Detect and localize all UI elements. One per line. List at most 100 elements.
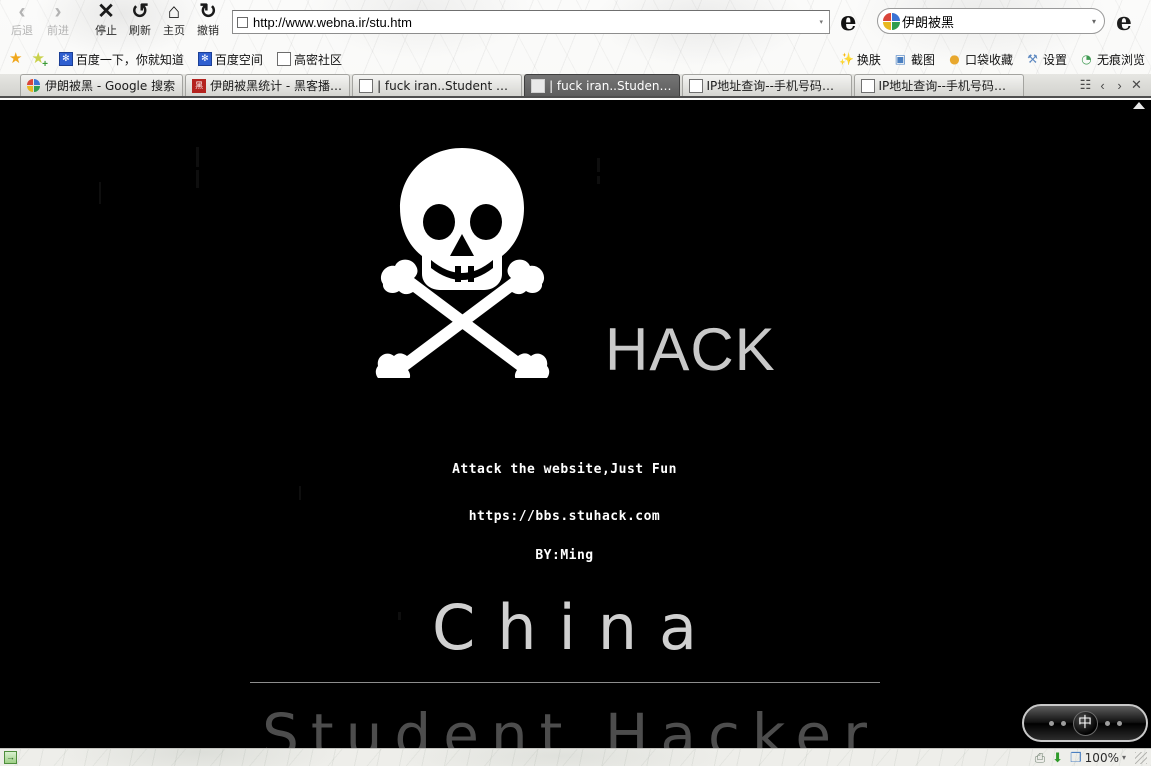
- incognito-icon: ◔: [1081, 52, 1092, 66]
- tab-list-icon[interactable]: ☷: [1077, 75, 1094, 95]
- stop-button[interactable]: ✕ 停止: [88, 0, 124, 42]
- download-icon[interactable]: ⬇: [1052, 750, 1063, 765]
- scroll-up-icon[interactable]: [1133, 102, 1145, 109]
- bookmark-item-baidu-space[interactable]: ✻ 百度空间: [197, 51, 263, 68]
- bookmark-label: 百度一下，你就知道: [75, 52, 184, 67]
- zoom-control[interactable]: ❐ 100% ▾: [1070, 749, 1126, 765]
- screenshot-button[interactable]: ▣ 截图: [893, 51, 935, 68]
- page-viewport: HACK Attack the website,Just Fun https:/…: [0, 100, 1151, 748]
- tab-close-icon[interactable]: ✕: [1128, 75, 1145, 95]
- bookmark-item-gaomi-community[interactable]: 高密社区: [276, 51, 342, 68]
- screenshot-icon: ▣: [894, 52, 907, 66]
- skin-tool-label: 口袋收藏: [964, 52, 1013, 67]
- message-block: Attack the website,Just Fun https://bbs.…: [0, 462, 1129, 563]
- artifact: [597, 158, 600, 172]
- google-icon: [883, 12, 900, 30]
- navigation-toolbar: ‹ 后退 › 前进 ✕ 停止 ↺ 刷新 ⌂ 主页 ↻ 撤销 http://www…: [0, 0, 1151, 44]
- tab-label: 伊朗被黑 - Google 搜索: [45, 79, 176, 93]
- undo-button[interactable]: ↻ 撤销: [190, 0, 226, 42]
- address-bar[interactable]: http://www.webna.ir/stu.htm ▾: [232, 10, 830, 34]
- undo-icon: ↻: [199, 0, 217, 23]
- skin-tool-label: 换肤: [856, 52, 881, 67]
- skin-tool-label: 截图: [910, 52, 935, 67]
- google-icon: [26, 79, 41, 93]
- ime-dot-icon[interactable]: [1060, 720, 1066, 726]
- artifact: [99, 182, 101, 204]
- tab-2[interactable]: | fuck iran..Student Ha…: [352, 74, 523, 96]
- bookmark-label: 百度空间: [214, 52, 263, 67]
- settings-button[interactable]: ⚒ 设置: [1025, 51, 1067, 68]
- printer-icon[interactable]: ⎙: [1035, 750, 1045, 765]
- skull-and-crossbones-icon: [375, 138, 550, 388]
- skin-tool-label: 设置: [1042, 52, 1067, 67]
- china-heading: China: [431, 591, 720, 664]
- favorites-star-icon[interactable]: ★: [9, 51, 22, 67]
- site-icon: 黑: [192, 78, 207, 93]
- resize-grip[interactable]: [1135, 751, 1147, 764]
- artifact: [196, 170, 199, 188]
- home-button[interactable]: ⌂ 主页: [156, 0, 192, 42]
- page-icon: [237, 16, 248, 28]
- home-icon: ⌂: [167, 0, 181, 23]
- back-button[interactable]: ‹ 后退: [4, 0, 40, 42]
- tab-3-active[interactable]: | fuck iran..Studen…: [524, 74, 680, 96]
- message-line-2[interactable]: https://bbs.stuhack.com: [0, 509, 1129, 524]
- refresh-icon: ↺: [131, 0, 149, 23]
- ime-dot-icon[interactable]: [1116, 720, 1122, 726]
- back-icon: ‹: [18, 0, 26, 23]
- pocket-favorites-button[interactable]: ● 口袋收藏: [947, 51, 1013, 68]
- hack-heading: HACK: [605, 316, 776, 383]
- ime-dot-icon[interactable]: [1104, 720, 1110, 726]
- go-arrow-icon[interactable]: →: [4, 751, 17, 764]
- ime-mode-button[interactable]: 中: [1072, 710, 1098, 736]
- ime-floating-bar[interactable]: 中: [1022, 704, 1148, 742]
- page-scrollbar[interactable]: [1129, 100, 1151, 748]
- tab-prev-icon[interactable]: ‹: [1094, 75, 1111, 95]
- search-box[interactable]: 伊朗被黑 ▾: [877, 8, 1105, 34]
- tab-1[interactable]: 黑 伊朗被黑统计 - 黑客播…: [185, 74, 351, 96]
- go-button[interactable]: e: [840, 8, 866, 36]
- ime-dot-icon[interactable]: [1048, 720, 1054, 726]
- page-icon: [688, 78, 703, 93]
- search-go-button[interactable]: e: [1116, 8, 1142, 36]
- stop-icon: ✕: [97, 0, 115, 23]
- student-hacker-heading: Student Hacker: [262, 701, 879, 748]
- status-right: ⎙ ⬇ ❐ 100% ▾: [1035, 749, 1151, 765]
- tab-label: | fuck iran..Studen…: [549, 78, 672, 93]
- tab-label: 伊朗被黑统计 - 黑客播…: [210, 79, 343, 93]
- page-icon: [276, 52, 291, 66]
- search-input[interactable]: 伊朗被黑: [902, 12, 1092, 31]
- forward-button[interactable]: › 前进: [40, 0, 76, 42]
- status-bar: → ⎙ ⬇ ❐ 100% ▾: [0, 748, 1151, 766]
- tab-next-icon[interactable]: ›: [1111, 75, 1128, 95]
- tab-5[interactable]: IP地址查询--手机号码查…: [853, 74, 1024, 96]
- baidu-paw-icon: ✻: [197, 52, 212, 66]
- skin-tool-label: 无痕浏览: [1096, 52, 1145, 67]
- zoom-icon: ❐: [1070, 749, 1082, 765]
- page-icon: [359, 78, 374, 93]
- artifact: [196, 147, 199, 167]
- chevron-down-icon[interactable]: ▾: [1122, 753, 1126, 762]
- page-icon: [860, 78, 875, 93]
- tab-controls: ☷ ‹ › ✕: [1077, 74, 1151, 96]
- status-left: →: [0, 751, 17, 764]
- artifact: [597, 176, 600, 184]
- magic-wand-icon: ✨: [838, 52, 854, 66]
- refresh-button[interactable]: ↺ 刷新: [122, 0, 158, 42]
- incognito-button[interactable]: ◔ 无痕浏览: [1079, 51, 1145, 68]
- add-favorite-button[interactable]: ★ +: [31, 50, 47, 70]
- message-line-3: BY:Ming: [535, 548, 594, 563]
- skin-change-button[interactable]: ✨ 换肤: [839, 51, 881, 68]
- message-line-1: Attack the website,Just Fun: [452, 462, 677, 477]
- tab-4[interactable]: IP地址查询--手机号码查…: [681, 74, 852, 96]
- tab-0[interactable]: 伊朗被黑 - Google 搜索: [20, 74, 184, 96]
- bookmark-item-baidu-search[interactable]: ✻ 百度一下，你就知道: [58, 51, 184, 68]
- forward-icon: ›: [54, 0, 62, 23]
- defacement-page: HACK Attack the website,Just Fun https:/…: [0, 100, 1129, 748]
- zoom-level-label: 100%: [1084, 750, 1119, 765]
- address-input[interactable]: http://www.webna.ir/stu.htm: [253, 15, 819, 30]
- baidu-paw-icon: ✻: [58, 52, 73, 66]
- chevron-down-icon[interactable]: ▾: [1092, 17, 1096, 26]
- chevron-down-icon[interactable]: ▾: [819, 18, 825, 26]
- tab-bar: 伊朗被黑 - Google 搜索 黑 伊朗被黑统计 - 黑客播… | fuck …: [0, 74, 1151, 98]
